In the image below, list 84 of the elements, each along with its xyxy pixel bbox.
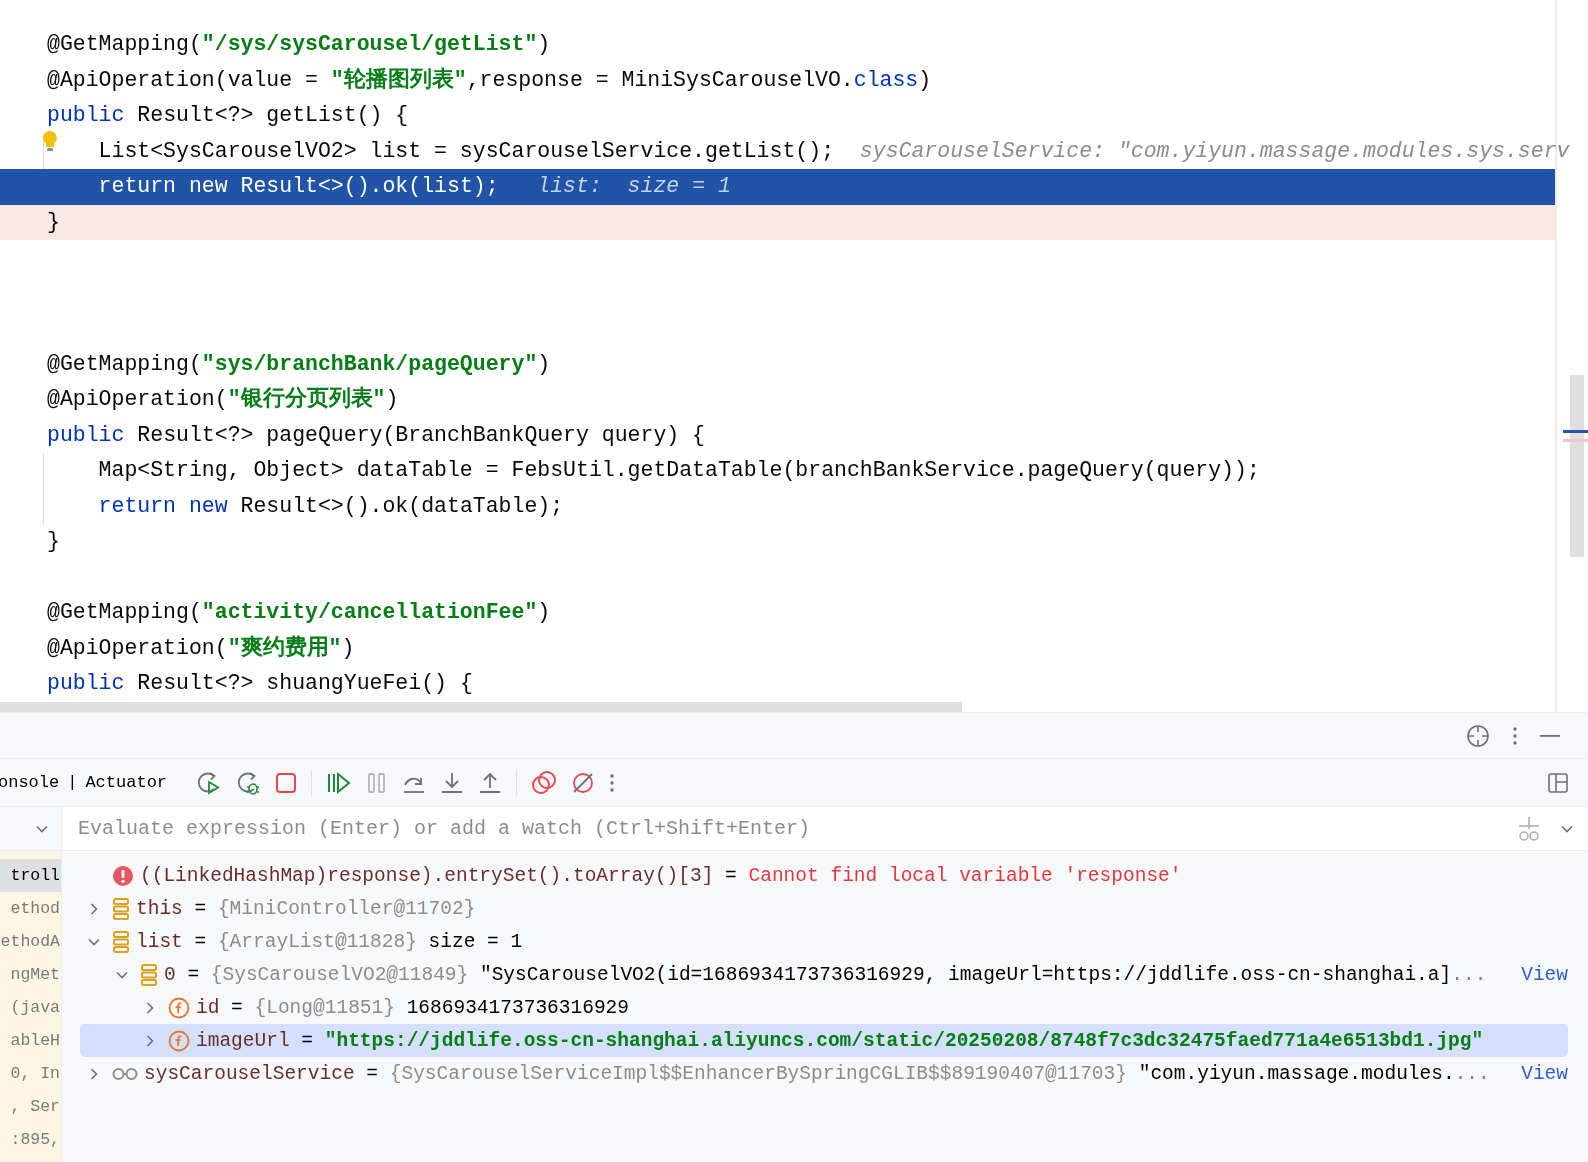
variable-type: {ArrayList@11828} [217, 930, 417, 953]
ellipsis: ... [1454, 1062, 1490, 1085]
more-icon[interactable] [609, 772, 616, 793]
glasses-icon [112, 1066, 138, 1081]
variable-name: this [136, 897, 183, 920]
variable-name: imageUrl [196, 1029, 290, 1052]
add-watch-icon[interactable] [1516, 815, 1542, 842]
variable-row[interactable]: ((LinkedHashMap)response).entrySet().toArray()[3] = Cannot find local variable 'response' [80, 859, 1568, 892]
code-line: return new Result<>().ok(dataTable); [0, 488, 1555, 524]
code-line: public Result<?> getList() { [46, 102, 410, 129]
stack-frame[interactable]: , Ser [0, 1090, 61, 1123]
code-line: @GetMapping("/sys/sysCarousel/getList") [46, 31, 552, 58]
stack-frame[interactable]: ngMet [0, 958, 61, 991]
stack-frame[interactable]: :895, [0, 1123, 61, 1156]
variable-value: size = 1 [427, 930, 523, 953]
variable-value: "com.yiyun.massage.modules. [1137, 1062, 1455, 1085]
field-icon [168, 996, 190, 1019]
variable-row[interactable]: 0 = {SysCarouselVO2@11849} "SysCarouselVO2(id=1686934173736316929, imageUrl=https://jddlife.oss-cn-shanghai.a]... View [80, 958, 1568, 991]
view-link[interactable]: View [1521, 963, 1568, 986]
variable-row[interactable]: imageUrl = "https://jddlife.oss-cn-shanghai.aliyuncs.com/static/20250208/8748f7c3dc32475faed771a4e6513bd1.jpg" [80, 1024, 1568, 1057]
code-line: @ApiOperation("银行分页列表") [46, 385, 400, 413]
crosshair-icon[interactable] [1466, 723, 1490, 748]
code-line: @GetMapping("activity/cancellationFee") [46, 599, 552, 626]
code-line: @GetMapping("sys/branchBank/pageQuery") [46, 350, 552, 378]
more-icon[interactable] [1512, 725, 1518, 746]
stack-frame[interactable]: 0, In [0, 1057, 61, 1090]
code-line: } [46, 528, 61, 555]
equals-sign: = [365, 1062, 380, 1085]
error-icon [112, 864, 134, 887]
stack-frame[interactable]: ethodA [0, 925, 61, 958]
variable-type: {Long@11851} [254, 996, 395, 1019]
vertical-scrollbar[interactable] [1570, 375, 1584, 557]
variable-name: sysCarouselService [144, 1062, 355, 1085]
field-icon [168, 1029, 190, 1052]
stop-icon[interactable] [275, 771, 298, 794]
equals-sign: = [193, 930, 208, 953]
error-message: Cannot find local variable 'response' [748, 864, 1182, 887]
variable-type: {MiniController@11702} [217, 897, 476, 920]
equals-sign: = [186, 963, 201, 986]
tool-tab[interactable]: | [67, 773, 78, 792]
horizontal-scrollbar[interactable] [0, 702, 962, 712]
ellipsis: ... [1451, 963, 1487, 986]
lightbulb-icon[interactable] [42, 129, 58, 154]
view-link[interactable]: View [1521, 1062, 1568, 1085]
layout-icon[interactable] [1548, 772, 1568, 793]
equals-sign: = [230, 996, 244, 1019]
stack-icon [112, 896, 130, 921]
variable-name: id [196, 996, 220, 1019]
step-out-icon[interactable] [478, 770, 503, 795]
code-line: public Result<?> pageQuery(BranchBankQuery query) { [46, 421, 707, 449]
code-line: Map<String, Object> dataTable = FebsUtil.getDataTable(branchBankService.pageQuery(query)); [0, 453, 1555, 489]
equals-sign: = [724, 864, 738, 887]
mute-breakpoints-icon[interactable] [571, 770, 596, 795]
variable-row[interactable]: list = {ArrayList@11828} size = 1 [80, 925, 1568, 958]
rerun-debug-icon[interactable] [235, 769, 262, 796]
evaluate-field[interactable]: Evaluate expression (Enter) or add a watch (Ctrl+Shift+Enter) [76, 816, 1498, 841]
code-line: @ApiOperation(value = "轮播图列表",response = MiniSysCarouselVO.class) [46, 66, 933, 94]
equals-sign: = [300, 1029, 315, 1052]
stack-frame[interactable]: troll [0, 859, 61, 892]
stack-frame[interactable]: ethod [0, 892, 61, 925]
string-value: "https://jddlife.oss-cn-shanghai.aliyuncs.com/static/20250208/8748f7c3dc32475faed771a4e6513bd1.jpg" [324, 1029, 1484, 1052]
variable-value: 1686934173736316929 [405, 996, 629, 1019]
variable-type: {SysCarouselServiceImpl$$EnhancerBySpringCGLIB$$89190407@11703} [389, 1062, 1127, 1085]
breakpoints-icon[interactable] [531, 769, 558, 796]
variable-name: ((LinkedHashMap)response).entrySet().toArray()[3] [140, 864, 714, 887]
variable-name: 0 [164, 963, 176, 986]
equals-sign: = [193, 897, 208, 920]
rerun-icon[interactable] [195, 769, 222, 796]
code-line: @ApiOperation("爽约费用") [46, 634, 356, 662]
step-into-icon[interactable] [440, 770, 465, 795]
variable-type: {SysCarouselVO2@11849} [210, 963, 469, 986]
code-line: List<SysCarouselVO2> list = sysCarouselService.getList(); sysCarouselService: "com.yiyun.massage.modules.sys.serv [0, 133, 1570, 169]
variable-name: list [136, 930, 183, 953]
resume-icon[interactable] [326, 770, 353, 795]
tool-tab[interactable]: Actuator [85, 773, 168, 792]
stack-icon [112, 929, 130, 954]
variable-row[interactable]: id = {Long@11851} 1686934173736316929 [80, 991, 1568, 1024]
stack-icon [140, 962, 158, 987]
variable-value: "SysCarouselVO2(id=1686934173736316929, imageUrl=https://jddlife.oss-cn-shanghai.a] [478, 963, 1452, 986]
variable-row[interactable]: this = {MiniController@11702} [80, 892, 1568, 925]
stack-frame[interactable]: ableH [0, 1024, 61, 1057]
variable-row[interactable]: sysCarouselService = {SysCarouselServiceImpl$$EnhancerBySpringCGLIB$$89190407@11703} "com.yiyun.massage.modules.... View [80, 1057, 1568, 1090]
code-line: public Result<?> shuangYueFei() { [46, 670, 474, 697]
stack-frame[interactable]: (java [0, 991, 61, 1024]
